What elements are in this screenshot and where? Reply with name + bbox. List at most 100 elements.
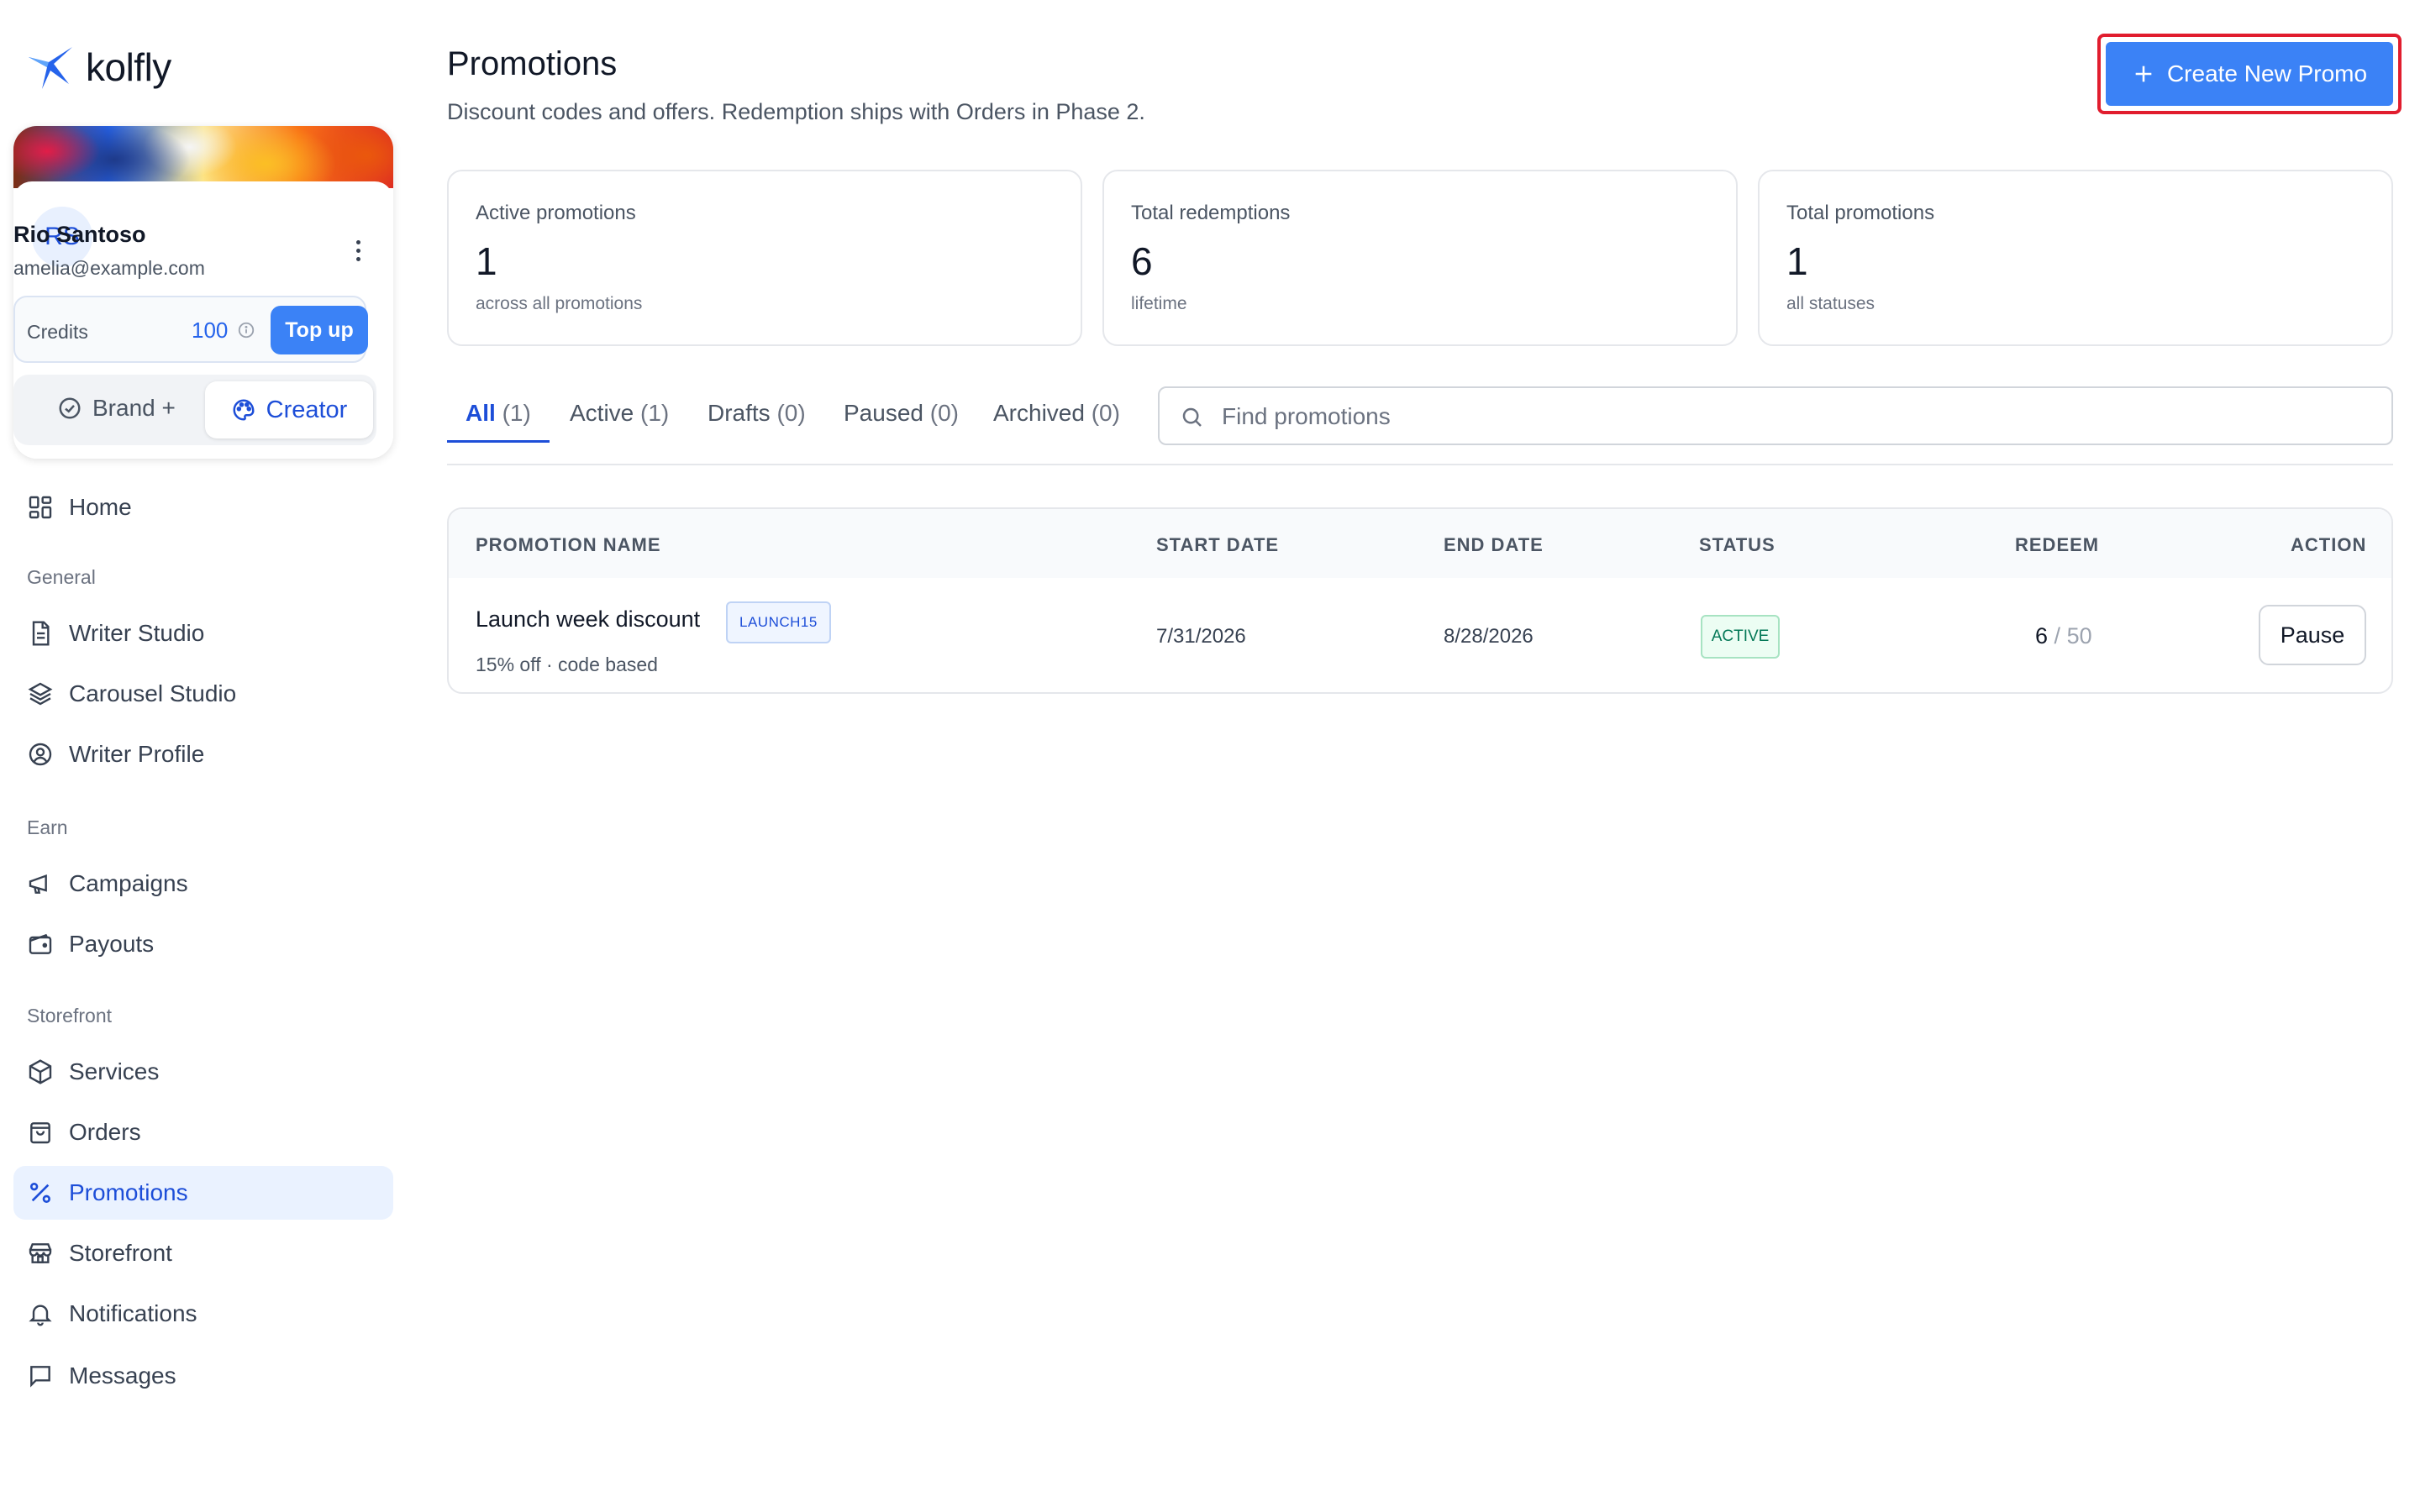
sidebar-item-writer-profile[interactable]: Writer Profile xyxy=(13,727,393,781)
stat-caption: all statuses xyxy=(1786,294,1876,313)
check-circle-icon xyxy=(59,397,81,419)
create-new-promo-button[interactable]: Create New Promo xyxy=(2106,42,2393,106)
sidebar-item-campaigns[interactable]: Campaigns xyxy=(13,857,393,911)
active-tab-indicator xyxy=(447,440,550,443)
tab-count: (0) xyxy=(929,400,959,426)
stat-label: Active promotions xyxy=(476,202,636,224)
tab-paused[interactable]: Paused (0) xyxy=(844,400,959,444)
stat-card-total-redemptions: Total redemptions 6 lifetime xyxy=(1102,170,1738,346)
tab-all[interactable]: All (1) xyxy=(466,400,531,444)
stat-value: 1 xyxy=(1786,239,1808,283)
status-badge: ACTIVE xyxy=(1701,615,1780,659)
tab-count: (1) xyxy=(502,400,531,426)
sidebar-item-label: Writer Studio xyxy=(69,620,205,646)
sidebar-item-orders[interactable]: Orders xyxy=(13,1105,393,1159)
redeem-limit: 50 xyxy=(2066,623,2092,648)
column-header-redeem[interactable]: REDEEM xyxy=(2015,534,2099,556)
nav-section-general: General xyxy=(27,566,96,588)
tabs-divider xyxy=(447,464,2393,465)
tab-label: All xyxy=(466,400,496,426)
tab-count: (0) xyxy=(776,400,806,426)
tab-label: Active xyxy=(570,400,634,426)
info-icon[interactable] xyxy=(237,321,255,339)
wallet-icon xyxy=(29,933,52,954)
logo-text: kolfly xyxy=(86,45,171,89)
logo[interactable]: kolfly xyxy=(25,42,171,92)
sidebar-item-label: Payouts xyxy=(69,931,155,957)
column-header-start-date[interactable]: START DATE xyxy=(1156,534,1279,556)
layers-icon xyxy=(28,682,53,706)
column-header-name[interactable]: PROMOTION NAME xyxy=(476,534,661,556)
store-icon xyxy=(29,1243,52,1263)
stat-caption: lifetime xyxy=(1131,294,1187,313)
column-header-status[interactable]: STATUS xyxy=(1699,534,1776,556)
sidebar-item-label: Promotions xyxy=(69,1179,188,1205)
tab-archived[interactable]: Archived (0) xyxy=(993,400,1120,444)
credits-value: 100 xyxy=(192,318,229,343)
stat-card-active-promotions: Active promotions 1 across all promotion… xyxy=(447,170,1082,346)
package-icon xyxy=(29,1059,52,1084)
document-icon xyxy=(32,621,50,646)
tab-count: (1) xyxy=(640,400,670,426)
tab-label: Drafts xyxy=(708,400,771,426)
mode-brand-label: Brand + xyxy=(92,395,176,421)
sidebar-item-home[interactable]: Home xyxy=(13,480,393,534)
sidebar: kolfly RS Rio Santoso amelia@example.com… xyxy=(0,0,407,1512)
stat-label: Total promotions xyxy=(1786,202,1935,224)
page-title: Promotions xyxy=(447,45,618,82)
mode-creator-button[interactable]: Creator xyxy=(205,381,373,438)
tab-label: Archived xyxy=(993,400,1085,426)
dashboard-icon xyxy=(29,496,52,519)
stat-caption: across all promotions xyxy=(476,294,643,313)
bell-icon xyxy=(29,1305,52,1326)
top-up-button[interactable]: Top up xyxy=(271,306,368,354)
page-subtitle: Discount codes and offers. Redemption sh… xyxy=(447,99,1145,124)
sidebar-item-writer-studio[interactable]: Writer Studio xyxy=(13,606,393,660)
message-square-icon xyxy=(30,1366,50,1388)
search-box[interactable] xyxy=(1158,386,2393,445)
sidebar-item-messages[interactable]: Messages xyxy=(13,1349,393,1403)
profile-banner xyxy=(13,126,393,188)
credits-label: Credits xyxy=(27,321,88,343)
stat-label: Total redemptions xyxy=(1131,202,1291,224)
sidebar-item-carousel-studio[interactable]: Carousel Studio xyxy=(13,667,393,721)
user-circle-icon xyxy=(29,743,52,766)
nav-section-storefront: Storefront xyxy=(27,1005,112,1026)
search-input[interactable] xyxy=(1222,396,2365,437)
profile-name: Rio Santoso xyxy=(13,222,146,247)
sidebar-item-storefront[interactable]: Storefront xyxy=(13,1226,393,1280)
tab-active[interactable]: Active (1) xyxy=(570,400,669,444)
tab-label: Paused xyxy=(844,400,923,426)
shopping-bag-icon xyxy=(30,1122,50,1144)
nav-section-earn: Earn xyxy=(27,816,68,838)
promotions-table: PROMOTION NAME START DATE END DATE STATU… xyxy=(447,507,2393,694)
promotion-name[interactable]: Launch week discount xyxy=(476,606,700,633)
mode-creator-label: Creator xyxy=(266,396,348,423)
promotion-description: 15% off · code based xyxy=(476,654,658,675)
sidebar-item-promotions[interactable]: Promotions xyxy=(13,1166,393,1220)
sidebar-item-label: Services xyxy=(69,1058,160,1084)
sidebar-item-payouts[interactable]: Payouts xyxy=(13,917,393,971)
sidebar-item-label: Orders xyxy=(69,1119,141,1145)
sidebar-item-services[interactable]: Services xyxy=(13,1045,393,1099)
sidebar-item-notifications[interactable]: Notifications xyxy=(13,1287,393,1341)
stat-value: 6 xyxy=(1131,239,1153,283)
search-icon xyxy=(1182,407,1202,427)
sidebar-item-label: Storefront xyxy=(69,1240,172,1266)
sidebar-item-label: Notifications xyxy=(69,1300,197,1326)
start-date: 7/31/2026 xyxy=(1156,625,1246,648)
table-row[interactable]: Launch week discount LAUNCH15 15% off · … xyxy=(449,578,2391,692)
column-header-end-date[interactable]: END DATE xyxy=(1444,534,1544,556)
more-vertical-icon[interactable] xyxy=(350,237,366,264)
redeem-separator: / xyxy=(2054,623,2061,648)
mode-brand-button[interactable]: Brand + xyxy=(57,395,176,422)
table-header: PROMOTION NAME START DATE END DATE STATU… xyxy=(449,509,2391,578)
end-date: 8/28/2026 xyxy=(1444,625,1534,648)
tab-drafts[interactable]: Drafts (0) xyxy=(708,400,806,444)
percent-icon xyxy=(30,1183,50,1203)
column-header-action: ACTION xyxy=(2291,534,2367,555)
pause-button[interactable]: Pause xyxy=(2259,605,2366,665)
sidebar-item-label: Writer Profile xyxy=(69,741,205,767)
stat-card-total-promotions: Total promotions 1 all statuses xyxy=(1758,170,2393,346)
create-button-label: Create New Promo xyxy=(2166,60,2368,87)
